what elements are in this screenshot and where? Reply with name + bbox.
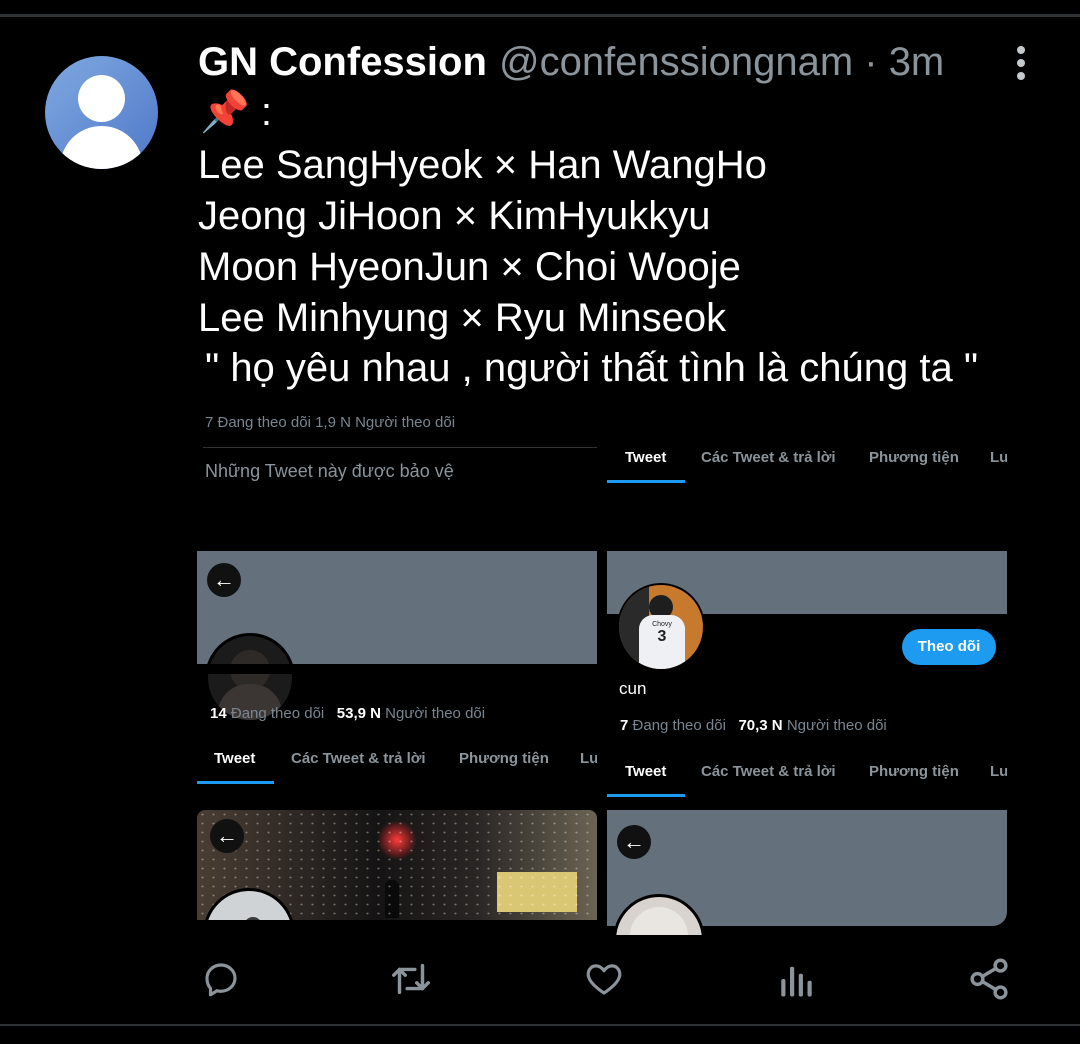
back-arrow-icon: ← (617, 825, 651, 859)
following-count: 14 (210, 705, 227, 722)
tab-tweets-replies: Các Tweet & trả lời (701, 763, 836, 780)
tweet-line: Lee Minhyung × Ryu Minseok (198, 296, 727, 340)
followers-count: 53,9 N (336, 705, 381, 722)
collage-panel-mid-right: Chovy 3 Theo dõi cun 7 Đang theo dõi 70,… (607, 551, 1007, 801)
tab-tweets-replies: Các Tweet & trả lời (291, 750, 426, 767)
collage-panel-top-left: 7 Đang theo dõi 1,9 N Người theo dõi Nhữ… (197, 416, 597, 544)
protected-tweets-text: Những Tweet này được bảo vệ (205, 461, 454, 481)
tab-likes: Lư (990, 763, 1007, 780)
followers-label: Người theo dõi (385, 705, 486, 722)
tab-tweet: Tweet (214, 750, 256, 767)
divider (203, 447, 597, 448)
bottom-divider (0, 1024, 1080, 1026)
jersey-text: Chovy (652, 621, 672, 628)
author-handle-time[interactable]: @confenssiongnam · 3m (499, 40, 944, 85)
follow-stats: 14 Đang theo dõi 53,9 N Người theo dõi (210, 705, 485, 722)
collage-panel-bottom-right: ← (607, 810, 1007, 935)
back-arrow-icon: ← (210, 819, 244, 853)
analytics-icon[interactable] (776, 958, 818, 1000)
top-divider (0, 14, 1080, 17)
profile-avatar: Chovy 3 (617, 583, 705, 671)
tweet-pin-line: 📌 : (200, 88, 272, 136)
collage-panel-bottom-left: ← (197, 810, 597, 935)
tweet-line: Jeong JiHoon × KimHyukkyu (198, 194, 711, 238)
following-count: 7 (620, 717, 629, 734)
more-options-icon[interactable] (1008, 46, 1034, 86)
back-arrow-icon: ← (207, 563, 241, 597)
active-tab-indicator (197, 781, 274, 784)
tab-likes: Lư (580, 750, 597, 767)
tab-media: Phương tiện (869, 763, 959, 780)
tweet-line: Lee SangHyeok × Han WangHo (198, 143, 767, 187)
tab-likes: Lư (990, 449, 1007, 466)
tab-media: Phương tiện (869, 449, 959, 466)
like-icon[interactable] (582, 958, 626, 1000)
tab-tweet: Tweet (625, 449, 667, 466)
author-avatar[interactable] (45, 56, 158, 169)
tweet-line: Moon HyeonJun × Choi Wooje (198, 245, 741, 289)
collage-panel-mid-left: ← 14 Đang theo dõi 53,9 N Người theo dõi… (197, 551, 597, 801)
tweet-body: Lee SangHyeok × Han WangHo Jeong JiHoon ×… (198, 140, 767, 344)
profile-name: cun (619, 679, 647, 698)
reply-icon[interactable] (200, 958, 242, 1000)
follow-button: Theo dõi (902, 629, 996, 665)
collage-panel-top-right: Tweet Các Tweet & trả lời Phương tiện Lư (607, 416, 1007, 544)
followers-label: Người theo dõi (786, 717, 887, 734)
tweet-quote-line: " họ yêu nhau , người thất tình là chúng… (205, 346, 979, 390)
default-avatar-body (60, 126, 143, 169)
cut-stats-text: 7 Đang theo dõi 1,9 N Người theo dõi (205, 416, 456, 431)
retweet-icon[interactable] (387, 956, 435, 1002)
pushpin-icon: 📌 (200, 90, 250, 134)
tab-tweets-replies: Các Tweet & trả lời (701, 449, 836, 466)
share-icon[interactable] (966, 956, 1012, 1002)
jersey-number: 3 (657, 628, 667, 645)
default-avatar-head (78, 75, 125, 122)
follow-stats: 7 Đang theo dõi 70,3 N Người theo dõi (620, 717, 887, 734)
followers-count: 70,3 N (738, 717, 783, 734)
active-tab-indicator (607, 480, 685, 483)
following-label: Đang theo dõi (230, 705, 325, 722)
author-display-name[interactable]: GN Confession (198, 40, 487, 85)
tab-tweet: Tweet (625, 763, 667, 780)
following-label: Đang theo dõi (632, 717, 726, 734)
active-tab-indicator (607, 794, 685, 797)
pin-suffix: : (249, 90, 273, 134)
tab-media: Phương tiện (459, 750, 549, 767)
